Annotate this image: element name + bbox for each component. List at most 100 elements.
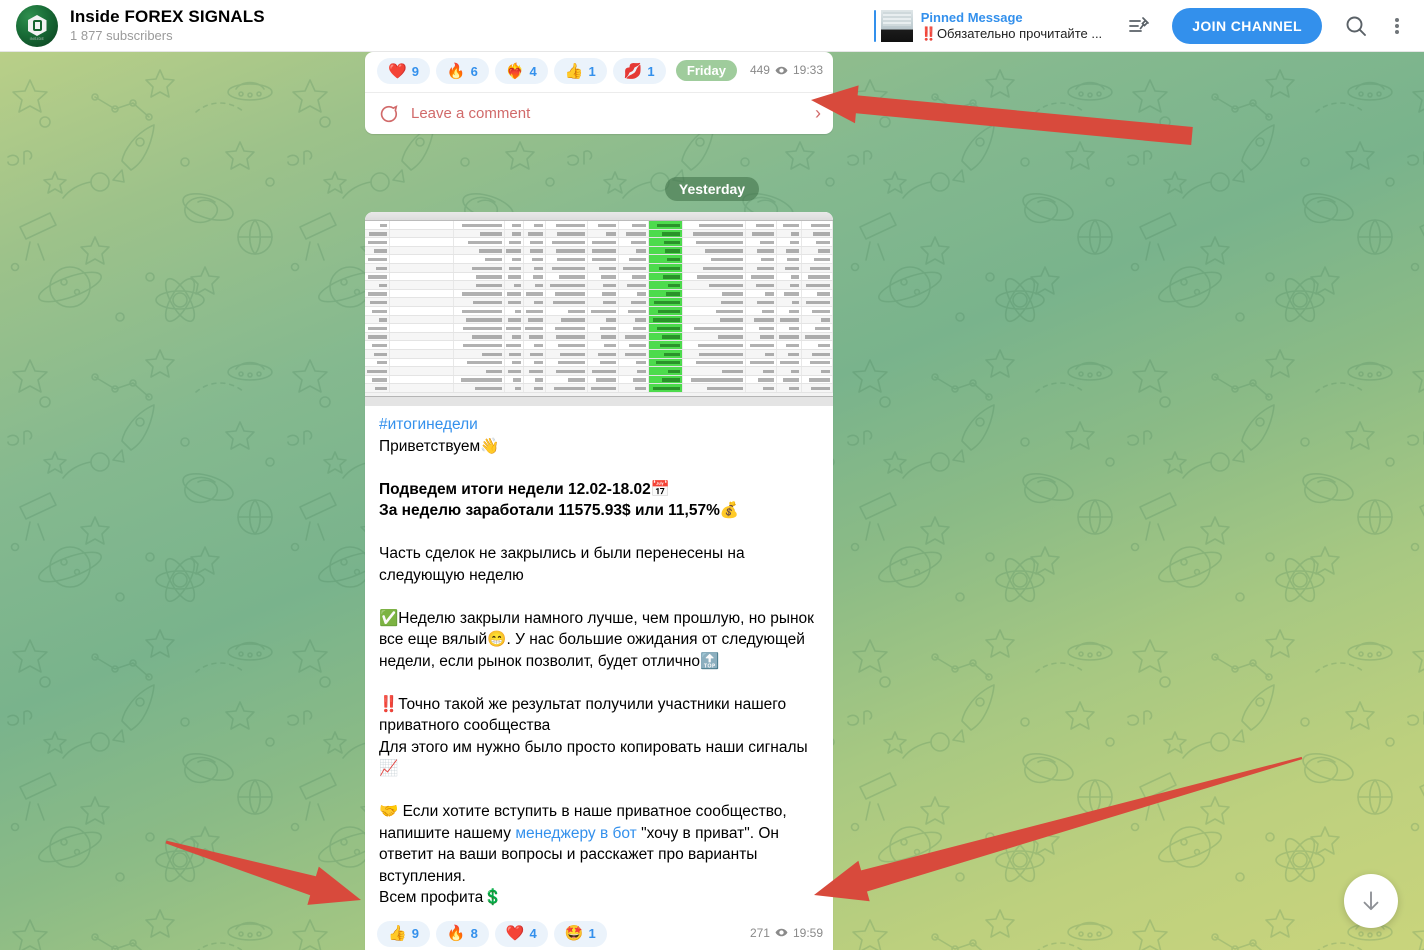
spreadsheet-cell	[390, 281, 454, 289]
spreadsheet-cell	[588, 349, 619, 358]
day-badge: Friday	[675, 59, 737, 81]
spreadsheet-cell	[746, 358, 777, 367]
spreadsheet-cell	[802, 358, 833, 367]
reaction-count: 1	[647, 63, 655, 79]
spreadsheet-cell	[777, 272, 803, 281]
spreadsheet-cell	[649, 298, 683, 306]
reaction-heart[interactable]: ❤️ 9	[377, 58, 430, 84]
reaction-kiss-mark[interactable]: 💋 1	[612, 58, 666, 84]
trading-history-spreadsheet[interactable]	[365, 212, 833, 406]
spreadsheet-cell	[505, 306, 524, 315]
spreadsheet-cell	[683, 298, 747, 306]
reactions-bar-main: 👍 9 🔥 8 ❤️ 4 🤩 1 271 19:59	[365, 911, 833, 950]
spreadsheet-cell	[619, 272, 650, 281]
spreadsheet-cell	[746, 289, 777, 298]
spreadsheet-cell	[649, 272, 683, 281]
spreadsheet-cell	[649, 324, 683, 332]
spreadsheet-cell	[505, 384, 524, 392]
spreadsheet-cell	[588, 324, 619, 332]
date-divider: Yesterday	[0, 177, 1424, 201]
pinned-title: Pinned Message	[920, 9, 1023, 25]
spreadsheet-cell	[777, 306, 803, 315]
reaction-count: 8	[470, 926, 478, 941]
spreadsheet-cell	[746, 306, 777, 315]
reaction-fire[interactable]: 🔥 6	[435, 58, 489, 84]
spreadsheet-cell	[390, 324, 454, 332]
channel-avatar[interactable]: INSIDE	[16, 4, 58, 47]
channel-info[interactable]: Inside FOREX SIGNALS 1 877 subscribers	[70, 7, 265, 44]
spreadsheet-row	[365, 246, 833, 256]
avatar-hexagon-logo	[27, 15, 47, 36]
spreadsheet-cell	[546, 341, 588, 349]
spreadsheet-cell	[683, 384, 747, 392]
spreadsheet-cell	[746, 315, 777, 324]
reaction-thumbs-up[interactable]: 👍 1	[553, 58, 607, 84]
spreadsheet-cell	[546, 375, 588, 384]
market-paragraph: ✅Неделю закрыли намного лучше, чем прошл…	[379, 609, 819, 670]
spreadsheet-cell	[546, 324, 588, 332]
manager-bot-link[interactable]: менеджеру в бот	[515, 825, 636, 842]
spreadsheet-cell	[524, 349, 546, 358]
spreadsheet-cell	[390, 298, 454, 306]
spreadsheet-row	[365, 289, 833, 299]
reaction-count: 4	[529, 63, 537, 79]
spreadsheet-cell	[454, 367, 505, 375]
spreadsheet-cell	[546, 349, 588, 358]
spreadsheet-cell	[683, 246, 747, 255]
spreadsheet-cell	[649, 367, 683, 375]
spreadsheet-cell	[777, 263, 803, 272]
spreadsheet-cell	[390, 315, 454, 324]
spreadsheet-row	[365, 298, 833, 307]
channel-header: INSIDE Inside FOREX SIGNALS 1 877 subscr…	[0, 0, 1424, 52]
join-channel-button[interactable]: JOIN CHANNEL	[1172, 7, 1322, 44]
spreadsheet-cell	[505, 255, 524, 263]
spreadsheet-cell	[454, 332, 505, 341]
spreadsheet-cell	[454, 315, 505, 324]
spreadsheet-cell	[619, 229, 650, 238]
spreadsheet-cell	[524, 229, 546, 238]
more-vertical-icon[interactable]	[1384, 6, 1410, 46]
message-bubble-previous: ❤️ 9 🔥 6 ❤️‍🔥 4 👍 1 💋 1 Friday 449 19:33 Leave a com…	[365, 52, 833, 134]
spreadsheet-cell	[777, 367, 803, 375]
spreadsheet-cell	[505, 324, 524, 332]
spreadsheet-cell	[365, 255, 391, 263]
search-icon[interactable]	[1336, 6, 1376, 46]
spreadsheet-row	[365, 263, 833, 273]
spreadsheet-cell	[546, 281, 588, 289]
scroll-to-bottom-button[interactable]	[1344, 874, 1398, 928]
spreadsheet-cell	[505, 315, 524, 324]
heart-on-fire-icon: ❤️‍🔥	[505, 62, 525, 80]
spreadsheet-cell	[746, 246, 777, 255]
hashtag-link[interactable]: #итогинедели	[379, 416, 478, 433]
private-paragraph-1: ‼️Точно такой же результат получили учас…	[379, 695, 791, 735]
spreadsheet-cell	[683, 221, 747, 229]
reaction-star-struck[interactable]: 🤩 1	[553, 920, 607, 947]
reaction-count: 6	[470, 63, 478, 79]
leave-comment-row[interactable]: Leave a comment ›	[365, 92, 833, 134]
spreadsheet-cell	[746, 229, 777, 238]
spreadsheet-cell	[619, 367, 650, 375]
reaction-heart-on-fire[interactable]: ❤️‍🔥 4	[494, 58, 548, 84]
message-bubble-main: #итогинедели Приветствуем👋 Подведем итог…	[365, 212, 833, 950]
spreadsheet-cell	[390, 255, 454, 263]
spreadsheet-cell	[390, 384, 454, 392]
pinned-messages-icon[interactable]	[1120, 7, 1158, 45]
spreadsheet-cell	[802, 289, 833, 298]
spreadsheet-cell	[619, 263, 650, 272]
spreadsheet-cell	[802, 238, 833, 246]
spreadsheet-cell	[505, 238, 524, 246]
reaction-thumbs-up[interactable]: 👍 9	[377, 920, 430, 947]
spreadsheet-cell	[683, 281, 747, 289]
spreadsheet-cell	[454, 255, 505, 263]
reaction-heart[interactable]: ❤️ 4	[494, 920, 548, 947]
spreadsheet-cell	[546, 306, 588, 315]
spreadsheet-cell	[746, 238, 777, 246]
spreadsheet-cell	[365, 238, 391, 246]
pinned-message-preview[interactable]: Pinned Message ‼️Обязательно прочитайте …	[873, 9, 1102, 42]
spreadsheet-cell	[365, 306, 391, 315]
spreadsheet-cell	[802, 332, 833, 341]
spreadsheet-cell	[619, 255, 650, 263]
reaction-fire[interactable]: 🔥 8	[435, 920, 489, 947]
spreadsheet-cell	[619, 306, 650, 315]
spreadsheet-cell	[588, 272, 619, 281]
